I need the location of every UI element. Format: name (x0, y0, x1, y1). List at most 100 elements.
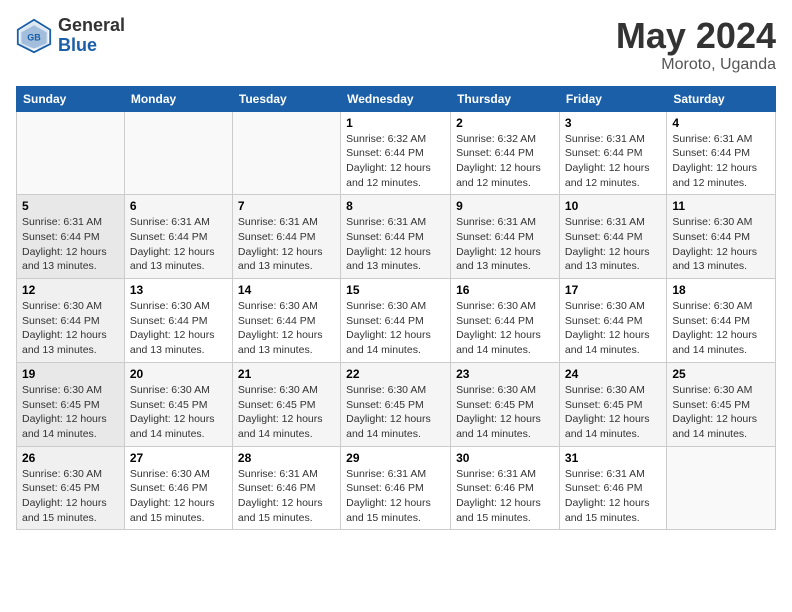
day-number: 21 (238, 367, 335, 381)
table-cell: 1Sunrise: 6:32 AMSunset: 6:44 PMDaylight… (341, 111, 451, 195)
day-info-text: Sunrise: 6:30 AM (238, 299, 335, 314)
day-info-text: Daylight: 12 hours and 13 minutes. (238, 328, 335, 357)
day-info-text: Daylight: 12 hours and 15 minutes. (130, 496, 227, 525)
day-info-text: Sunset: 6:44 PM (238, 230, 335, 245)
day-info-text: Sunset: 6:44 PM (130, 314, 227, 329)
location: Moroto, Uganda (616, 56, 776, 74)
day-info-text: Sunrise: 6:31 AM (456, 467, 554, 482)
calendar-week-2: 5Sunrise: 6:31 AMSunset: 6:44 PMDaylight… (17, 195, 776, 279)
day-info-text: Daylight: 12 hours and 14 minutes. (130, 412, 227, 441)
day-info-text: Sunset: 6:45 PM (130, 398, 227, 413)
svg-text:GB: GB (27, 32, 41, 42)
day-number: 16 (456, 283, 554, 297)
day-number: 28 (238, 451, 335, 465)
calendar-week-3: 12Sunrise: 6:30 AMSunset: 6:44 PMDayligh… (17, 279, 776, 363)
day-info-text: Sunset: 6:44 PM (130, 230, 227, 245)
day-info-text: Sunset: 6:44 PM (346, 146, 445, 161)
day-number: 13 (130, 283, 227, 297)
day-info-text: Sunrise: 6:31 AM (346, 467, 445, 482)
day-info-text: Sunset: 6:45 PM (22, 398, 119, 413)
day-info-text: Sunset: 6:44 PM (672, 314, 770, 329)
day-info-text: Daylight: 12 hours and 12 minutes. (672, 161, 770, 190)
table-cell: 12Sunrise: 6:30 AMSunset: 6:44 PMDayligh… (17, 279, 125, 363)
day-info-text: Daylight: 12 hours and 13 minutes. (346, 245, 445, 274)
day-number: 10 (565, 199, 661, 213)
day-info-text: Sunset: 6:45 PM (346, 398, 445, 413)
col-saturday: Saturday (667, 86, 776, 111)
logo-text: General Blue (58, 16, 125, 56)
logo: GB General Blue (16, 16, 125, 56)
day-number: 27 (130, 451, 227, 465)
calendar-week-1: 1Sunrise: 6:32 AMSunset: 6:44 PMDaylight… (17, 111, 776, 195)
calendar-table: Sunday Monday Tuesday Wednesday Thursday… (16, 86, 776, 531)
day-number: 29 (346, 451, 445, 465)
day-info-text: Sunset: 6:45 PM (22, 481, 119, 496)
day-info-text: Daylight: 12 hours and 14 minutes. (346, 412, 445, 441)
table-cell: 9Sunrise: 6:31 AMSunset: 6:44 PMDaylight… (451, 195, 560, 279)
table-cell: 6Sunrise: 6:31 AMSunset: 6:44 PMDaylight… (124, 195, 232, 279)
logo-general-label: General (58, 16, 125, 36)
col-wednesday: Wednesday (341, 86, 451, 111)
day-info-text: Daylight: 12 hours and 13 minutes. (22, 245, 119, 274)
day-info-text: Sunrise: 6:30 AM (672, 215, 770, 230)
table-cell: 5Sunrise: 6:31 AMSunset: 6:44 PMDaylight… (17, 195, 125, 279)
day-number: 2 (456, 116, 554, 130)
day-info-text: Sunrise: 6:30 AM (672, 383, 770, 398)
day-info-text: Sunset: 6:46 PM (130, 481, 227, 496)
table-cell: 2Sunrise: 6:32 AMSunset: 6:44 PMDaylight… (451, 111, 560, 195)
col-monday: Monday (124, 86, 232, 111)
title-block: May 2024 Moroto, Uganda (616, 16, 776, 74)
day-info-text: Sunset: 6:44 PM (346, 230, 445, 245)
day-info-text: Sunrise: 6:30 AM (22, 299, 119, 314)
day-info-text: Sunrise: 6:31 AM (565, 132, 661, 147)
day-info-text: Sunrise: 6:32 AM (346, 132, 445, 147)
day-info-text: Sunset: 6:44 PM (565, 146, 661, 161)
day-info-text: Sunset: 6:44 PM (565, 314, 661, 329)
day-number: 30 (456, 451, 554, 465)
day-info-text: Sunrise: 6:31 AM (238, 215, 335, 230)
day-info-text: Sunrise: 6:30 AM (456, 299, 554, 314)
day-number: 23 (456, 367, 554, 381)
day-info-text: Sunrise: 6:31 AM (130, 215, 227, 230)
table-cell: 31Sunrise: 6:31 AMSunset: 6:46 PMDayligh… (559, 446, 666, 530)
day-info-text: Daylight: 12 hours and 15 minutes. (456, 496, 554, 525)
day-info-text: Sunrise: 6:31 AM (456, 215, 554, 230)
table-cell: 4Sunrise: 6:31 AMSunset: 6:44 PMDaylight… (667, 111, 776, 195)
day-info-text: Sunrise: 6:30 AM (22, 383, 119, 398)
table-cell: 22Sunrise: 6:30 AMSunset: 6:45 PMDayligh… (341, 362, 451, 446)
col-tuesday: Tuesday (232, 86, 340, 111)
day-number: 5 (22, 199, 119, 213)
table-cell: 3 Sunrise: 6:31 AMSunset: 6:44 PMDaylight… (559, 111, 666, 195)
day-number: 7 (238, 199, 335, 213)
day-info-text: Daylight: 12 hours and 13 minutes. (456, 245, 554, 274)
day-info-text: Daylight: 12 hours and 13 minutes. (565, 245, 661, 274)
day-info-text: Sunset: 6:46 PM (346, 481, 445, 496)
day-number: 26 (22, 451, 119, 465)
day-info-text: Daylight: 12 hours and 13 minutes. (130, 328, 227, 357)
day-info-text: Sunset: 6:44 PM (456, 314, 554, 329)
day-info-text: Sunrise: 6:30 AM (238, 383, 335, 398)
table-cell: 28Sunrise: 6:31 AMSunset: 6:46 PMDayligh… (232, 446, 340, 530)
table-cell: 29Sunrise: 6:31 AMSunset: 6:46 PMDayligh… (341, 446, 451, 530)
page-header: GB General Blue May 2024 Moroto, Uganda (16, 16, 776, 74)
table-cell: 24Sunrise: 6:30 AMSunset: 6:45 PMDayligh… (559, 362, 666, 446)
table-cell: 21Sunrise: 6:30 AMSunset: 6:45 PMDayligh… (232, 362, 340, 446)
day-number: 19 (22, 367, 119, 381)
table-cell (667, 446, 776, 530)
logo-blue-label: Blue (58, 36, 125, 56)
day-info-text: Sunrise: 6:30 AM (456, 383, 554, 398)
day-info-text: Sunrise: 6:30 AM (130, 467, 227, 482)
day-info-text: Sunrise: 6:30 AM (565, 383, 661, 398)
day-info-text: Sunset: 6:45 PM (672, 398, 770, 413)
day-info-text: Sunrise: 6:30 AM (346, 383, 445, 398)
day-info-text: Daylight: 12 hours and 12 minutes. (565, 161, 661, 190)
day-info-text: Sunset: 6:44 PM (456, 146, 554, 161)
day-info-text: Daylight: 12 hours and 13 minutes. (22, 328, 119, 357)
day-info-text: Daylight: 12 hours and 14 minutes. (456, 328, 554, 357)
calendar-week-5: 26 Sunrise: 6:30 AM Sunset: 6:45 PM Dayligh… (17, 446, 776, 530)
table-cell: 25Sunrise: 6:30 AMSunset: 6:45 PMDayligh… (667, 362, 776, 446)
day-number: 3 (565, 116, 661, 130)
day-info-text: Sunset: 6:44 PM (565, 230, 661, 245)
day-info-text: Sunrise: 6:30 AM (672, 299, 770, 314)
calendar-header-row: Sunday Monday Tuesday Wednesday Thursday… (17, 86, 776, 111)
